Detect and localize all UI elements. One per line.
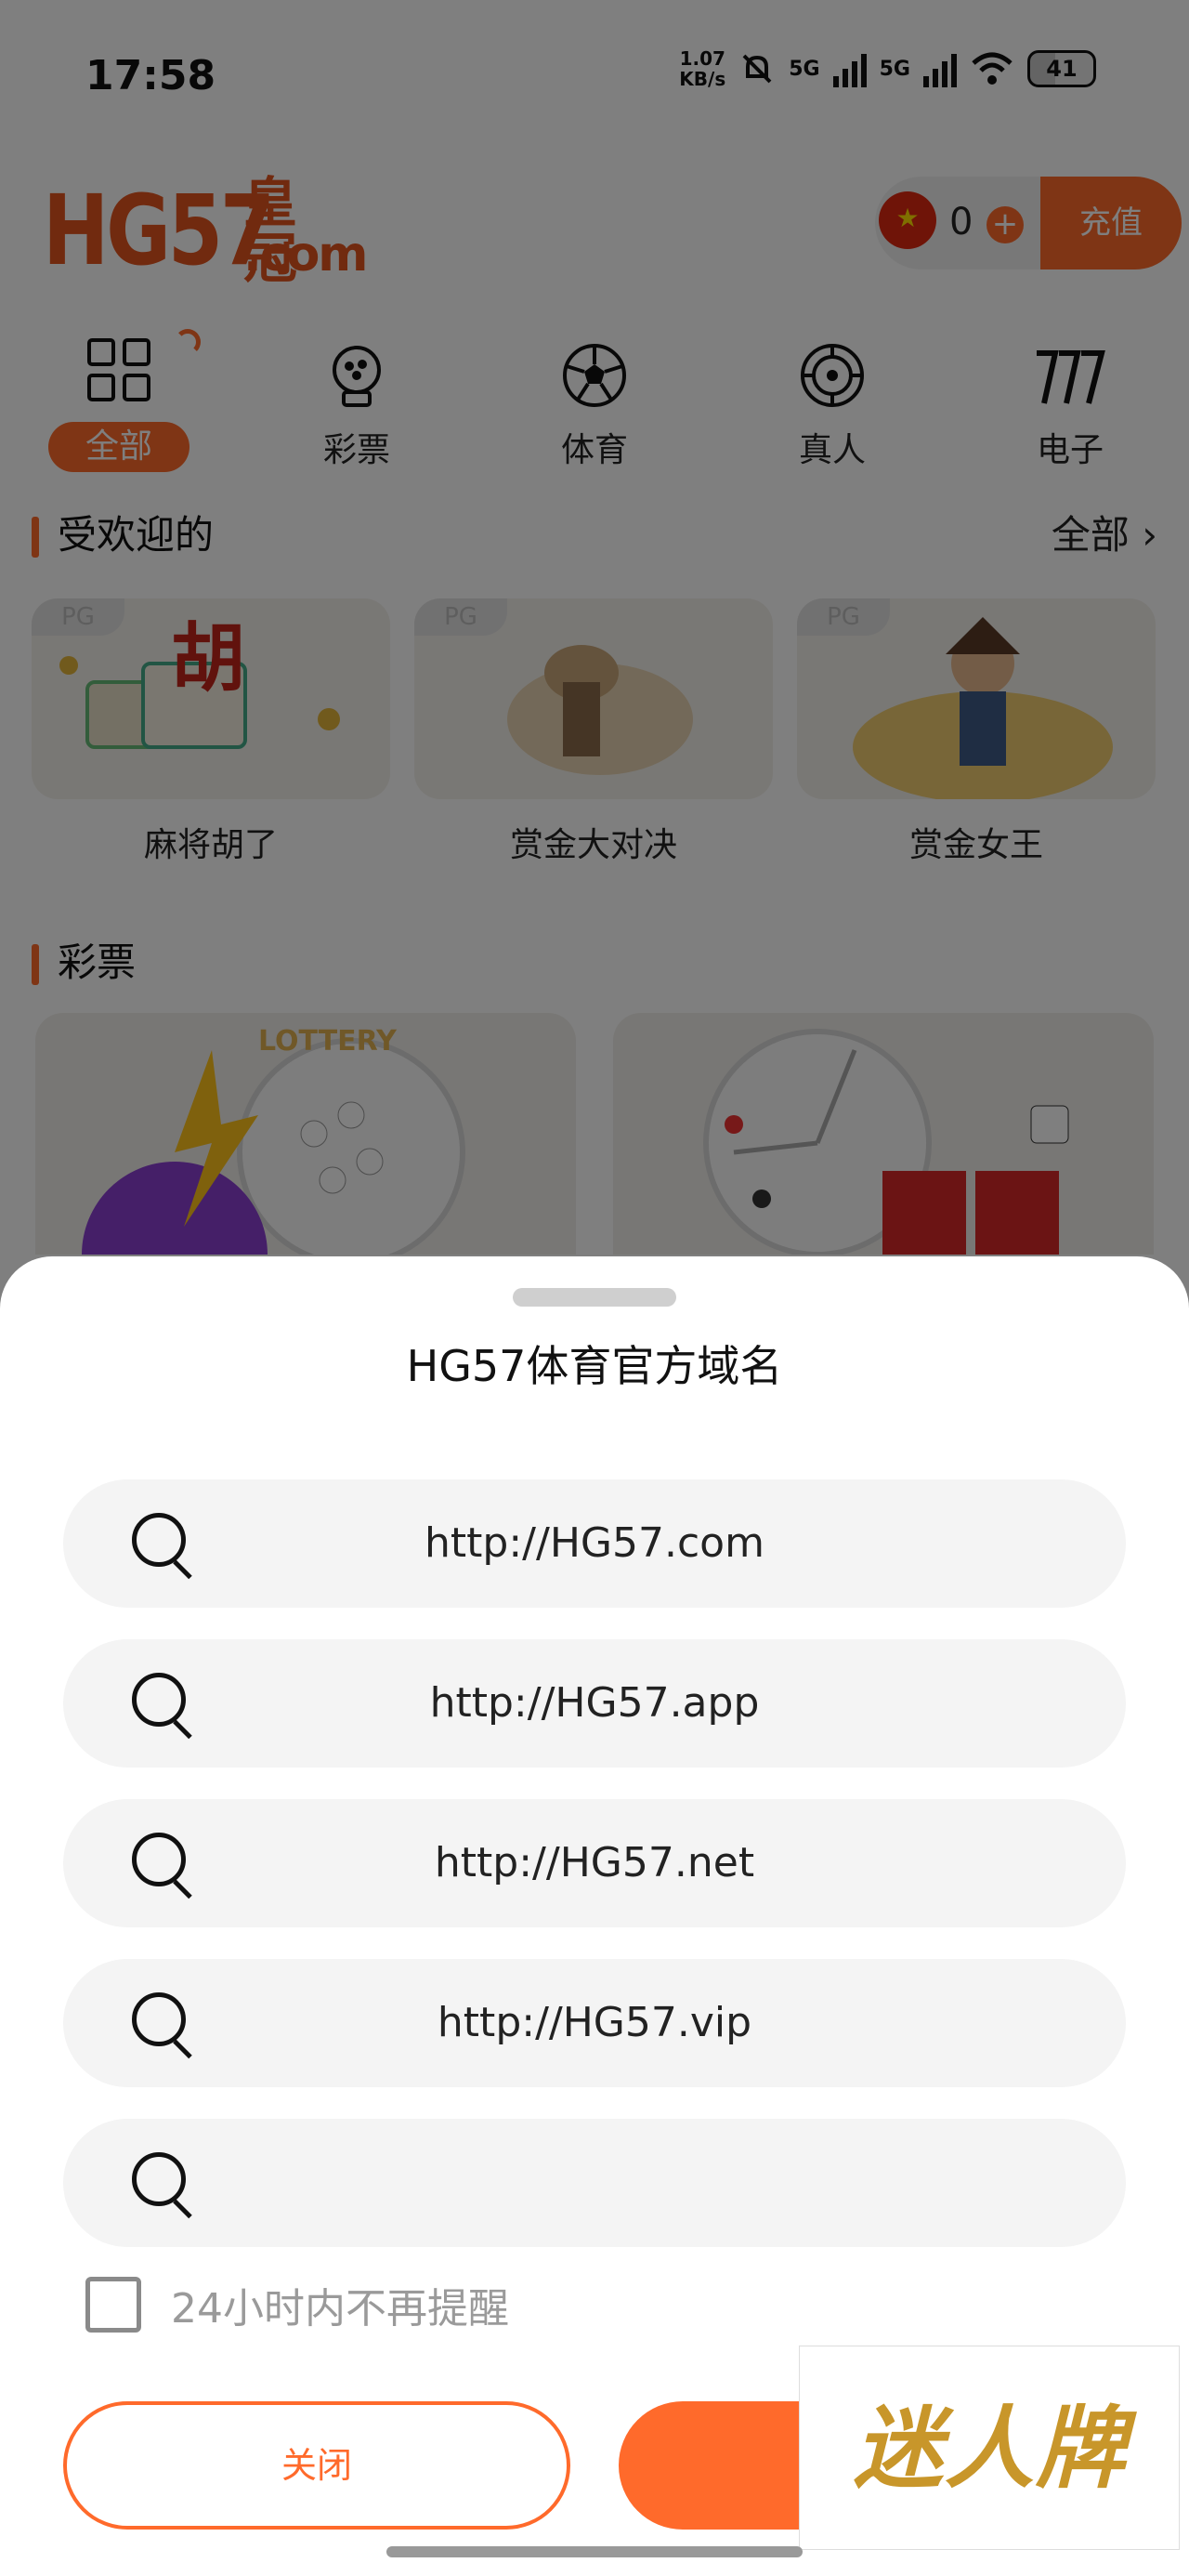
remind-option[interactable]: 24小时内不再提醒: [85, 2275, 509, 2334]
home-indicator[interactable]: [386, 2546, 803, 2557]
dialog-title: HG57体育官方域名: [406, 1341, 783, 1391]
search-icon: [132, 2152, 195, 2215]
domain-url: http://HG57.vip: [437, 1999, 752, 2046]
domain-item[interactable]: http://HG57.app: [63, 1639, 1126, 1768]
drag-handle[interactable]: [513, 1288, 676, 1307]
close-button[interactable]: 关闭: [63, 2401, 570, 2530]
domain-item[interactable]: http://HG57.com: [63, 1479, 1126, 1608]
domain-item[interactable]: http://HG57.net: [63, 1799, 1126, 1927]
watermark-logo: 迷人牌: [799, 2346, 1180, 2550]
dont-remind-label: 24小时内不再提醒: [171, 2285, 509, 2333]
domain-list: http://HG57.com http://HG57.app http://H…: [63, 1479, 1126, 2279]
domain-item[interactable]: [63, 2119, 1126, 2247]
dont-remind-checkbox[interactable]: [85, 2277, 141, 2333]
domain-url: http://HG57.net: [434, 1839, 755, 1886]
domain-url: http://HG57.com: [425, 1519, 764, 1567]
domain-url: http://HG57.app: [429, 1679, 760, 1727]
domain-item[interactable]: http://HG57.vip: [63, 1959, 1126, 2087]
